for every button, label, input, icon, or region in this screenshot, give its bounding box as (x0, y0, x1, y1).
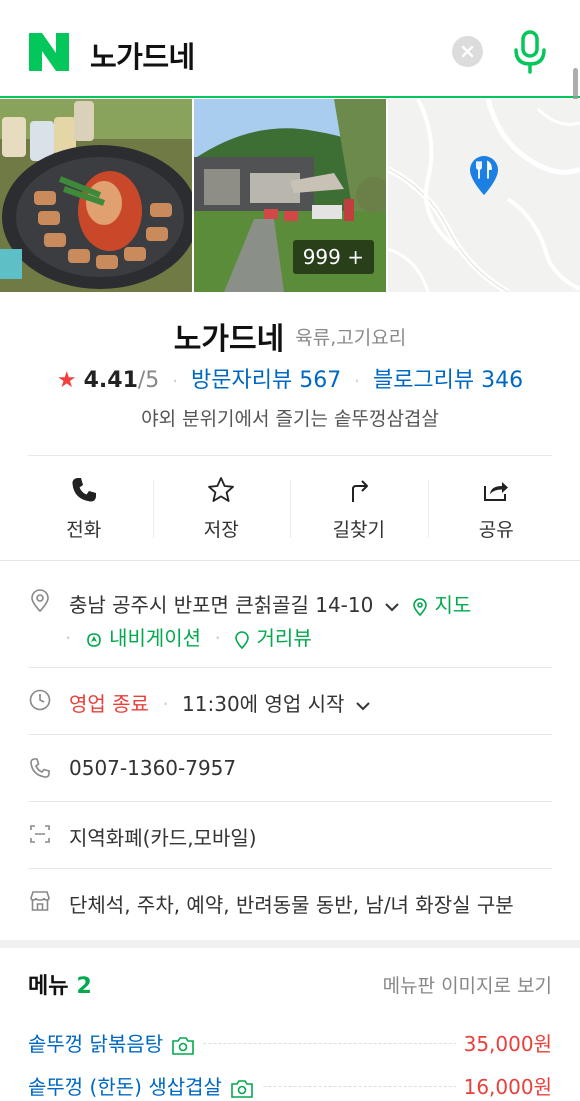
naver-logo-icon[interactable] (29, 33, 69, 71)
amenities-row: 단체석, 주차, 예약, 반려동물 동반, 남/녀 화장실 구분 (28, 889, 552, 917)
section-divider (0, 940, 580, 948)
address-row: 충남 공주시 반포면 큰칡골길 14-10 지도 · 내비게이션 · 거리뷰 (28, 589, 552, 651)
street-view-link[interactable]: 거리뷰 (234, 626, 312, 650)
visitor-review-link[interactable]: 방문자리뷰 567 (191, 368, 341, 393)
address-text[interactable]: 충남 공주시 반포면 큰칡골길 14-10 (69, 593, 373, 617)
navigation-label: 내비게이션 (109, 626, 202, 650)
separator-dot: · (172, 371, 179, 392)
restaurant-pin-icon[interactable] (468, 154, 500, 196)
hours-line: 영업 종료 · 11:30에 영업 시작 (69, 688, 371, 717)
menu-item[interactable]: 솥뚜껑 (한돈) 생삽겹살 16,000원 (28, 1071, 552, 1101)
phone-number[interactable]: 0507-1360-7957 (69, 756, 236, 780)
map-pin-icon (413, 597, 427, 616)
star-rating-icon: ★ (56, 368, 77, 393)
share-label: 공유 (478, 519, 514, 541)
menu-count: 2 (76, 974, 92, 999)
menu-item-name-text: 솥뚜껑 닭볶음탕 (28, 1032, 164, 1056)
share-icon (484, 482, 509, 501)
microphone-icon[interactable] (512, 30, 548, 74)
divider (28, 734, 552, 735)
menu-item-price: 35,000원 (455, 1028, 552, 1057)
hours-row[interactable]: 영업 종료 · 11:30에 영업 시작 (28, 688, 552, 716)
close-icon (461, 45, 474, 58)
clear-search-button[interactable] (452, 36, 483, 67)
divider (28, 801, 552, 802)
rating-max: /5 (137, 368, 160, 393)
chevron-down-icon[interactable] (384, 599, 400, 615)
payment-row: 지역화폐(카드,모바일) (28, 822, 552, 850)
navigation-icon (86, 632, 101, 647)
share-button[interactable]: 공유 (427, 470, 566, 560)
business-status: 영업 종료 (69, 692, 149, 716)
payment-methods: 지역화폐(카드,모바일) (69, 826, 257, 850)
grilled-pork-image (0, 99, 192, 292)
map-link-label: 지도 (434, 593, 472, 617)
exterior-photo[interactable]: 999 + (194, 99, 386, 292)
store-icon (30, 891, 50, 911)
divider (28, 667, 552, 668)
save-button[interactable]: 저장 (152, 470, 291, 560)
search-header: 노가드네 (0, 0, 580, 98)
place-description: 야외 분위기에서 즐기는 솥뚜껑삼겹살 (141, 408, 439, 430)
business-hours: 11:30에 영업 시작 (182, 692, 345, 716)
menu-image-link[interactable]: 메뉴판 이미지로 보기 (383, 971, 552, 998)
food-photo[interactable] (0, 99, 192, 292)
street-view-icon (235, 630, 249, 649)
street-view-label: 거리뷰 (256, 626, 312, 650)
camera-icon[interactable] (230, 1079, 254, 1098)
chevron-down-icon[interactable] (355, 698, 371, 714)
address-links: · 내비게이션 · 거리뷰 (65, 622, 312, 651)
photo-strip: 999 + (0, 99, 580, 292)
rating-score: 4.41 (83, 368, 138, 393)
call-label: 전화 (66, 519, 102, 541)
star-icon (208, 477, 235, 502)
directions-button[interactable]: 길찾기 (290, 470, 428, 560)
section-divider (0, 560, 580, 561)
separator-dot: · (65, 626, 72, 650)
phone-row[interactable]: 0507-1360-7957 (28, 756, 552, 784)
call-button[interactable]: 전화 (15, 470, 153, 560)
action-bar: 전화 저장 길찾기 공유 (15, 470, 565, 560)
divider (28, 455, 552, 456)
directions-icon (351, 480, 368, 502)
scan-icon (30, 825, 50, 843)
separator-dot: · (162, 692, 169, 716)
menu-title: 메뉴 (28, 974, 69, 999)
menu-header: 메뉴 2 메뉴판 이미지로 보기 (28, 968, 552, 1000)
menu-item-name: 솥뚜껑 (한돈) 생삽겹살 (28, 1071, 262, 1100)
place-category: 육류,고기요리 (295, 326, 407, 349)
blog-review-link[interactable]: 블로그리뷰 346 (373, 368, 523, 393)
map-thumbnail[interactable] (388, 99, 580, 292)
rating-row: ★ 4.41/5 · 방문자리뷰 567 · 블로그리뷰 346 (0, 362, 580, 394)
clock-icon (29, 689, 51, 711)
location-pin-icon (31, 589, 49, 613)
photo-count-badge[interactable]: 999 + (292, 240, 374, 274)
save-label: 저장 (203, 519, 239, 541)
map-link[interactable]: 지도 (412, 593, 471, 617)
menu-item-price: 16,000원 (455, 1071, 552, 1100)
place-name: 노가드네 (173, 322, 285, 357)
camera-icon[interactable] (171, 1036, 195, 1055)
menu-item-name-text: 솥뚜껑 (한돈) 생삽겹살 (28, 1075, 222, 1099)
menu-item-name: 솥뚜껑 닭볶음탕 (28, 1028, 204, 1057)
amenities-list: 단체석, 주차, 예약, 반려동물 동반, 남/녀 화장실 구분 (69, 893, 514, 917)
search-query[interactable]: 노가드네 (90, 34, 195, 76)
phone-outline-icon (30, 758, 50, 778)
directions-label: 길찾기 (332, 519, 385, 541)
address-line: 충남 공주시 반포면 큰칡골길 14-10 지도 (69, 589, 471, 618)
navigation-link[interactable]: 내비게이션 (85, 626, 208, 650)
phone-icon (72, 478, 96, 502)
place-title-row: 노가드네 육류,고기요리 (0, 314, 580, 358)
separator-dot: · (354, 371, 360, 392)
separator-dot: · (214, 626, 221, 650)
divider (28, 868, 552, 869)
menu-item[interactable]: 솥뚜껑 닭볶음탕 35,000원 (28, 1028, 552, 1058)
